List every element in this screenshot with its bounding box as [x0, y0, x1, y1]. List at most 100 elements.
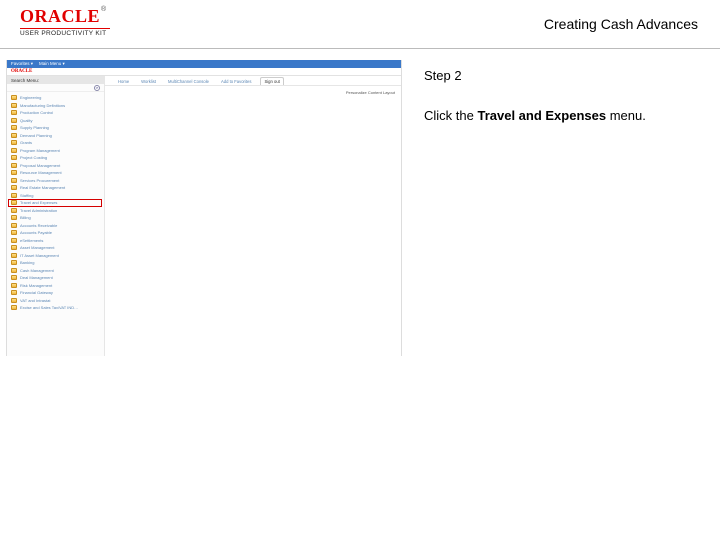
menu-item[interactable]: Real Estate Management: [7, 184, 104, 192]
folder-icon: [11, 275, 17, 280]
menu-item[interactable]: Financial Gateway: [7, 289, 104, 297]
folder-icon: [11, 118, 17, 123]
menu-item[interactable]: Accounts Receivable: [7, 222, 104, 230]
menu-item-label: Financial Gateway: [20, 290, 53, 295]
folder-icon: [11, 298, 17, 303]
app-tab[interactable]: Home: [115, 78, 132, 85]
app-tabbar: Home Worklist MultiChannel Console Add to F…: [105, 76, 401, 86]
folder-icon: [11, 125, 17, 130]
app-tab[interactable]: Worklist: [138, 78, 159, 85]
folder-icon: [11, 95, 17, 100]
menu-item[interactable]: Billing: [7, 214, 104, 222]
folder-icon: [11, 163, 17, 168]
menu-item-label: Travel Administration: [20, 208, 57, 213]
menu-item[interactable]: Asset Management: [7, 244, 104, 252]
menu-item[interactable]: Excise and Sales Tax/VAT IND…: [7, 304, 104, 312]
app-content: Home Worklist MultiChannel Console Add to F…: [105, 76, 401, 356]
folder-icon: [11, 103, 17, 108]
menu-item-label: IT Asset Management: [20, 253, 59, 258]
menu-item-label: Accounts Payable: [20, 230, 52, 235]
brand-divider: [20, 28, 110, 29]
folder-icon: [11, 208, 17, 213]
menu-item[interactable]: VAT and Intrastat: [7, 297, 104, 305]
menu-item[interactable]: Banking: [7, 259, 104, 267]
menu-item-label: Supply Planning: [20, 125, 49, 130]
menu-item-label: Real Estate Management: [20, 185, 65, 190]
brand-logo: ORACLE® USER PRODUCTIVITY KIT: [20, 6, 110, 37]
menu-item-label: Staffing: [20, 193, 34, 198]
menu-item[interactable]: Manufacturing Definitions: [7, 102, 104, 110]
menu-item[interactable]: Deal Management: [7, 274, 104, 282]
app-tab[interactable]: MultiChannel Console: [165, 78, 212, 85]
menu-item-label: eSettlements: [20, 238, 43, 243]
refresh-icon[interactable]: ⟳: [94, 85, 100, 91]
menu-item-label: Accounts Receivable: [20, 223, 57, 228]
menu-item[interactable]: Quality: [7, 117, 104, 125]
menu-item[interactable]: Project Costing: [7, 154, 104, 162]
menu-item-label: Production Control: [20, 110, 53, 115]
menu-item[interactable]: Services Procurement: [7, 177, 104, 185]
menu-item[interactable]: Cash Management: [7, 267, 104, 275]
menu-item-label: Asset Management: [20, 245, 54, 250]
menu-item-label: Program Management: [20, 148, 60, 153]
folder-icon: [11, 140, 17, 145]
doc-header: ORACLE® USER PRODUCTIVITY KIT Creating C…: [0, 0, 720, 50]
app-tab[interactable]: Sign out: [260, 77, 283, 85]
instr-post: menu.: [606, 108, 646, 123]
folder-icon: [11, 238, 17, 243]
folder-icon: [11, 200, 17, 205]
menu-item-label: Travel and Expenses: [20, 200, 57, 205]
personalize-label[interactable]: Personalize Content Layout: [346, 90, 395, 95]
menu-item-label: Risk Management: [20, 283, 52, 288]
brand-subtitle: USER PRODUCTIVITY KIT: [20, 30, 110, 37]
menu-item-label: Quality: [20, 118, 32, 123]
folder-icon: [11, 290, 17, 295]
step-instruction: Click the Travel and Expenses menu.: [424, 107, 702, 125]
folder-icon: [11, 170, 17, 175]
menu-item-label: Manufacturing Definitions: [20, 103, 65, 108]
menu-item[interactable]: Grants: [7, 139, 104, 147]
folder-icon: [11, 110, 17, 115]
menu-item[interactable]: Travel and Expenses: [7, 199, 104, 207]
menu-item[interactable]: Resource Management: [7, 169, 104, 177]
menu-item[interactable]: Proposal Management: [7, 162, 104, 170]
folder-icon: [11, 305, 17, 310]
menu-item[interactable]: Program Management: [7, 147, 104, 155]
menu-item[interactable]: Travel Administration: [7, 207, 104, 215]
folder-icon: [11, 260, 17, 265]
folder-icon: [11, 245, 17, 250]
main-layout: Favorites ▾ Main Menu ▾ ORACLE Search Me…: [0, 54, 720, 356]
folder-icon: [11, 133, 17, 138]
main-menu-panel: Search Menu: ⟳ EngineeringManufacturing …: [7, 76, 105, 356]
menu-item[interactable]: Staffing: [7, 192, 104, 200]
app-content-body: Personalize Content Layout: [105, 86, 401, 94]
menu-item[interactable]: Production Control: [7, 109, 104, 117]
folder-icon: [11, 230, 17, 235]
instr-pre: Click the: [424, 108, 477, 123]
folder-icon: [11, 215, 17, 220]
step-label: Step 2: [424, 68, 702, 83]
page-title: Creating Cash Advances: [544, 16, 698, 32]
topbar-favorites[interactable]: Favorites ▾: [11, 61, 33, 67]
app-topbar: Favorites ▾ Main Menu ▾: [7, 60, 401, 68]
menu-item[interactable]: Demand Planning: [7, 132, 104, 140]
topbar-mainmenu[interactable]: Main Menu ▾: [39, 61, 65, 67]
screenshot-column: Favorites ▾ Main Menu ▾ ORACLE Search Me…: [0, 54, 410, 356]
menu-item[interactable]: eSettlements: [7, 237, 104, 245]
menu-item-label: Demand Planning: [20, 133, 52, 138]
menu-item-label: Resource Management: [20, 170, 62, 175]
menu-item[interactable]: Risk Management: [7, 282, 104, 290]
menu-item[interactable]: Accounts Payable: [7, 229, 104, 237]
folder-icon: [11, 178, 17, 183]
menu-item-label: Project Costing: [20, 155, 47, 160]
menu-item-label: Billing: [20, 215, 31, 220]
brand-name: ORACLE: [20, 6, 100, 26]
menu-item[interactable]: IT Asset Management: [7, 252, 104, 260]
menu-item[interactable]: Engineering: [7, 94, 104, 102]
menu-item[interactable]: Supply Planning: [7, 124, 104, 132]
folder-icon: [11, 148, 17, 153]
menu-item-label: Banking: [20, 260, 34, 265]
app-tab[interactable]: Add to Favorites: [218, 78, 255, 85]
folder-icon: [11, 185, 17, 190]
folder-icon: [11, 193, 17, 198]
